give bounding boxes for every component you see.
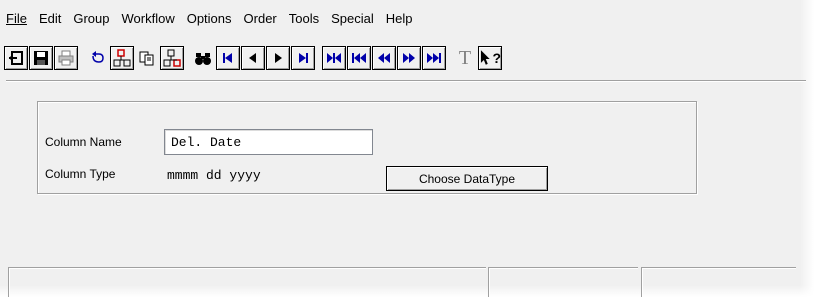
last-record-button[interactable] — [291, 46, 315, 70]
menu-group[interactable]: Group — [73, 11, 109, 26]
find-button[interactable] — [191, 46, 215, 70]
first-record-icon — [223, 53, 232, 63]
toolbar: T ? — [4, 44, 503, 72]
first-button[interactable] — [347, 46, 371, 70]
window-edge-right — [800, 0, 814, 297]
print-icon — [58, 50, 74, 66]
column-name-input[interactable] — [164, 129, 373, 155]
undo-button[interactable] — [85, 46, 109, 70]
forward-icon — [403, 53, 415, 63]
save-icon — [34, 51, 48, 65]
last-page-button[interactable] — [422, 46, 446, 70]
context-help-glyph: ? — [492, 50, 501, 66]
menu-special[interactable]: Special — [331, 11, 374, 26]
menu-edit-label: Edit — [38, 10, 62, 26]
toolbar-separator — [6, 80, 806, 81]
first-page-icon — [327, 53, 341, 63]
exit-button[interactable] — [4, 46, 28, 70]
menu-options-label: Options — [186, 10, 232, 26]
text-icon: T — [458, 46, 472, 69]
menu-special-label: Special — [331, 10, 374, 26]
column-type-label: Column Type — [45, 167, 116, 181]
menu-help[interactable]: Help — [386, 11, 413, 26]
menu-bar: File Edit Group Workflow Options Order T… — [0, 0, 790, 36]
insert-field-icon — [113, 49, 131, 67]
first-icon — [352, 53, 366, 63]
menu-order[interactable]: Order — [244, 11, 277, 26]
save-button[interactable] — [29, 46, 53, 70]
rewind-icon — [378, 53, 390, 63]
copy-button[interactable] — [135, 46, 159, 70]
status-pane-2 — [488, 267, 638, 297]
insert-field-below-button[interactable] — [160, 46, 184, 70]
exit-icon — [9, 51, 23, 65]
status-pane-3 — [641, 267, 796, 297]
last-page-icon — [427, 53, 441, 63]
insert-field-below-icon — [163, 49, 181, 67]
previous-record-icon — [249, 53, 256, 63]
menu-workflow[interactable]: Workflow — [122, 11, 175, 26]
first-record-button[interactable] — [216, 46, 240, 70]
insert-field-button[interactable] — [110, 46, 134, 70]
menu-order-label: Order — [243, 10, 277, 26]
status-pane-main — [8, 267, 486, 297]
next-record-icon — [275, 53, 282, 63]
menu-workflow-label: Workflow — [121, 10, 175, 26]
next-record-button[interactable] — [266, 46, 290, 70]
undo-icon — [92, 51, 104, 63]
menu-tools-label: Tools — [288, 10, 320, 26]
find-icon — [195, 53, 211, 65]
copy-icon — [139, 51, 154, 66]
rewind-button[interactable] — [372, 46, 396, 70]
menu-group-label: Group — [73, 10, 110, 26]
menu-help-label: Help — [385, 10, 413, 26]
previous-record-button[interactable] — [241, 46, 265, 70]
menu-options[interactable]: Options — [187, 11, 232, 26]
print-button[interactable] — [54, 46, 78, 70]
menu-tools[interactable]: Tools — [289, 11, 319, 26]
first-page-button[interactable] — [322, 46, 346, 70]
last-record-icon — [299, 53, 308, 63]
context-help-button[interactable]: ? — [478, 46, 502, 70]
column-type-value: mmmm dd yyyy — [167, 168, 261, 183]
menu-file-label: File — [6, 10, 27, 26]
menu-edit[interactable]: Edit — [39, 11, 61, 26]
menu-file[interactable]: File — [6, 11, 27, 26]
choose-datatype-button[interactable]: Choose DataType — [386, 166, 548, 191]
text-button[interactable]: T — [453, 46, 477, 70]
status-bar — [8, 267, 798, 297]
forward-button[interactable] — [397, 46, 421, 70]
column-name-label: Column Name — [45, 135, 122, 149]
